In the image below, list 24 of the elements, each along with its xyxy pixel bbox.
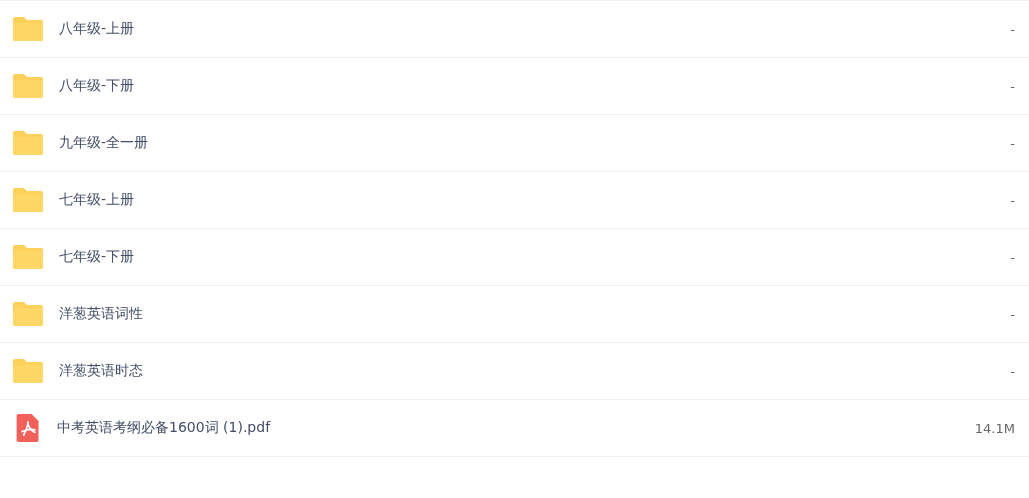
file-name[interactable]: 中考英语考纲必备1600词 (1).pdf bbox=[57, 419, 975, 437]
file-name[interactable]: 八年级-上册 bbox=[59, 20, 975, 38]
folder-icon bbox=[12, 358, 44, 384]
file-name[interactable]: 七年级-上册 bbox=[59, 191, 975, 209]
file-name[interactable]: 七年级-下册 bbox=[59, 248, 975, 266]
file-name[interactable]: 九年级-全一册 bbox=[59, 134, 975, 152]
folder-icon bbox=[12, 244, 44, 270]
file-size: - bbox=[1009, 78, 1015, 94]
file-size: 14.1M bbox=[974, 420, 1015, 436]
file-name[interactable]: 洋葱英语词性 bbox=[59, 305, 975, 323]
pdf-file-icon bbox=[14, 412, 42, 444]
file-size: - bbox=[1009, 306, 1015, 322]
file-size: - bbox=[1009, 192, 1015, 208]
folder-icon bbox=[12, 301, 44, 327]
file-size: - bbox=[1009, 363, 1015, 379]
file-size: - bbox=[1009, 249, 1015, 265]
file-name[interactable]: 八年级-下册 bbox=[59, 77, 975, 95]
file-name[interactable]: 洋葱英语时态 bbox=[59, 362, 975, 380]
folder-icon bbox=[12, 73, 44, 99]
file-size: - bbox=[1009, 135, 1015, 151]
folder-icon bbox=[12, 187, 44, 213]
folder-icon bbox=[12, 16, 44, 42]
file-size: - bbox=[1009, 21, 1015, 37]
folder-icon bbox=[12, 130, 44, 156]
